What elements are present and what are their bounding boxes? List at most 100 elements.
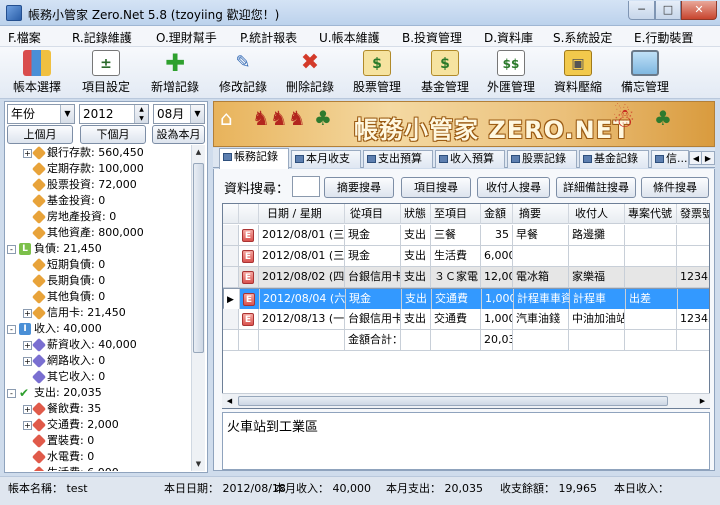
scroll-left-icon[interactable]: ◀ xyxy=(222,394,237,408)
tree-node[interactable]: 置裝費: 0 xyxy=(23,433,94,449)
tree-node[interactable]: - ✔ 支出: 20,035 xyxy=(7,385,102,401)
tree-node[interactable]: + 餐飲費: 35 xyxy=(23,401,101,417)
menu-ledger[interactable]: U.帳本維護 xyxy=(319,29,380,46)
book-select-button[interactable]: 帳本選擇 xyxy=(6,49,68,97)
tab-right-arrow-icon[interactable]: ▶ xyxy=(701,151,715,165)
grid-header-to[interactable]: 至項目 xyxy=(431,204,481,224)
grid-header-invoice[interactable]: 發票號 xyxy=(677,204,709,224)
tab-monthly[interactable]: 本月收支 xyxy=(291,150,361,168)
tree-node[interactable]: 長期負債: 0 xyxy=(23,273,105,289)
menu-reports[interactable]: P.統計報表 xyxy=(240,29,297,46)
condition-search-button[interactable]: 條件搜尋 xyxy=(641,177,709,198)
memo-textarea[interactable]: 火車站到工業區 xyxy=(222,412,710,470)
data-compress-button[interactable]: ▣ 資料壓縮 xyxy=(547,49,609,97)
memo-management-button[interactable]: 備忘管理 xyxy=(614,49,676,97)
grid-header-memo[interactable]: 摘要 xyxy=(513,204,569,224)
tab-stock-records[interactable]: 股票記錄 xyxy=(507,150,577,168)
grid-header-status[interactable]: 狀態 xyxy=(401,204,431,224)
expand-icon[interactable]: + xyxy=(23,340,32,350)
tab-income-budget[interactable]: 收入預算 xyxy=(435,150,505,168)
tree-scrollbar[interactable]: ▲ ▼ xyxy=(191,145,205,471)
edit-cell[interactable]: E xyxy=(239,225,259,245)
tree-node[interactable]: + 交通費: 2,000 xyxy=(23,417,119,433)
edit-icon[interactable]: E xyxy=(242,229,254,242)
item-settings-button[interactable]: ± 項目設定 xyxy=(76,49,136,97)
tree-node[interactable]: 其他資產: 800,000 xyxy=(23,225,144,241)
tree-node[interactable]: + 銀行存款: 560,450 xyxy=(23,145,144,161)
tree-node[interactable]: + 信用卡: 21,450 xyxy=(23,305,126,321)
grid-header-payee[interactable]: 收付人 xyxy=(569,204,625,224)
payee-search-button[interactable]: 收付人搜尋 xyxy=(477,177,550,198)
prev-month-button[interactable]: 上個月 xyxy=(7,125,73,144)
table-row[interactable]: E 2012/08/01 (三) 現金 支出 三餐 35 早餐 路邊攤 xyxy=(223,225,709,246)
minimize-button[interactable]: ─ xyxy=(628,1,655,20)
tab-fund-records[interactable]: 基金記錄 xyxy=(579,150,649,168)
set-current-month-button[interactable]: 設為本月 xyxy=(152,125,205,144)
add-record-button[interactable]: ✚ 新增記錄 xyxy=(144,49,206,97)
collapse-icon[interactable]: - xyxy=(7,324,16,334)
scroll-right-icon[interactable]: ▶ xyxy=(695,394,710,408)
grid-header-date[interactable]: 日期 / 星期 xyxy=(259,204,345,224)
search-input[interactable] xyxy=(292,176,320,197)
tree-node[interactable]: 定期存款: 100,000 xyxy=(23,161,144,177)
tree-node[interactable]: 短期負債: 0 xyxy=(23,257,105,273)
menu-file[interactable]: F.檔案 xyxy=(8,29,41,46)
tree-node[interactable]: 其他負債: 0 xyxy=(23,289,105,305)
grid-header-amount[interactable]: 金額 xyxy=(481,204,513,224)
menu-settings[interactable]: S.系統設定 xyxy=(553,29,612,46)
tree-node[interactable]: 房地產投資: 0 xyxy=(23,209,116,225)
grid-header-project[interactable]: 專案代號 xyxy=(625,204,677,224)
records-grid[interactable]: 日期 / 星期 從項目 狀態 至項目 金額 摘要 收付人 專案代號 發票號 E2… xyxy=(222,203,710,409)
scroll-down-icon[interactable]: ▼ xyxy=(192,457,205,471)
tree-node[interactable]: 股票投資: 72,000 xyxy=(23,177,137,193)
collapse-icon[interactable]: - xyxy=(7,244,16,254)
month-select[interactable]: 08月 ▼ xyxy=(153,104,205,124)
tab-more[interactable]: 信... xyxy=(651,150,689,168)
spin-arrows-icon[interactable]: ▲ ▼ xyxy=(134,105,148,123)
edit-icon[interactable]: E xyxy=(242,271,254,284)
table-row[interactable]: ▶ E 2012/08/04 (六) 現金 支出 交通費 1,000 計程車車資 計程車 出差 xyxy=(223,288,709,309)
tree-node[interactable]: 水電費: 0 xyxy=(23,449,94,465)
tree-node[interactable]: + 薪資收入: 40,000 xyxy=(23,337,137,353)
delete-record-button[interactable]: ✖ 刪除記錄 xyxy=(280,49,340,97)
next-month-button[interactable]: 下個月 xyxy=(80,125,146,144)
edit-cell[interactable]: E xyxy=(240,289,260,309)
edit-cell[interactable]: E xyxy=(239,246,259,266)
edit-icon[interactable]: E xyxy=(242,313,254,326)
menu-finance-helper[interactable]: O.理財幫手 xyxy=(156,29,217,46)
close-button[interactable]: ✕ xyxy=(681,1,717,20)
grid-horizontal-scrollbar[interactable]: ◀ ▶ xyxy=(222,393,710,408)
expand-icon[interactable]: + xyxy=(23,420,32,430)
note-search-button[interactable]: 詳細備註搜尋 xyxy=(556,177,636,198)
edit-icon[interactable]: E xyxy=(242,250,254,263)
menu-record[interactable]: R.記錄維護 xyxy=(72,29,132,46)
tab-records[interactable]: 帳務記錄 xyxy=(219,148,289,169)
edit-cell[interactable]: E xyxy=(239,267,259,287)
menu-database[interactable]: D.資料庫 xyxy=(484,29,533,46)
table-row[interactable]: E 2012/08/01 (三) 現金 支出 生活費 6,000 xyxy=(223,246,709,267)
summary-search-button[interactable]: 摘要搜尋 xyxy=(324,177,394,198)
stock-management-button[interactable]: $ 股票管理 xyxy=(346,49,408,97)
menu-mobile[interactable]: E.行動裝置 xyxy=(634,29,693,46)
edit-cell[interactable]: E xyxy=(239,309,259,329)
tree-node[interactable]: 生活費: 6,000 xyxy=(23,465,119,471)
expand-icon[interactable]: + xyxy=(23,308,32,318)
period-select[interactable]: 年份 ▼ xyxy=(7,104,75,124)
menu-investment[interactable]: B.投資管理 xyxy=(402,29,462,46)
expand-icon[interactable]: + xyxy=(23,148,32,158)
edit-record-button[interactable]: ✎ 修改記錄 xyxy=(212,49,274,97)
tree-node[interactable]: 基金投資: 0 xyxy=(23,193,105,209)
expand-icon[interactable]: + xyxy=(23,404,32,414)
year-stepper[interactable]: 2012 ▲ ▼ xyxy=(79,104,149,124)
forex-management-button[interactable]: $$ 外匯管理 xyxy=(480,49,542,97)
expand-icon[interactable]: + xyxy=(23,356,32,366)
account-tree[interactable]: + 銀行存款: 560,450 定期存款: 100,000 股票投資: 72,000 基… xyxy=(5,145,191,471)
tree-node[interactable]: - L 負債: 21,450 xyxy=(7,241,102,257)
scroll-thumb[interactable] xyxy=(193,163,204,353)
tree-node[interactable]: 其它收入: 0 xyxy=(23,369,105,385)
scroll-up-icon[interactable]: ▲ xyxy=(192,145,205,159)
maximize-button[interactable]: □ xyxy=(655,1,681,20)
scroll-thumb[interactable] xyxy=(238,396,668,406)
grid-header-from[interactable]: 從項目 xyxy=(345,204,401,224)
item-search-button[interactable]: 項目搜尋 xyxy=(401,177,471,198)
